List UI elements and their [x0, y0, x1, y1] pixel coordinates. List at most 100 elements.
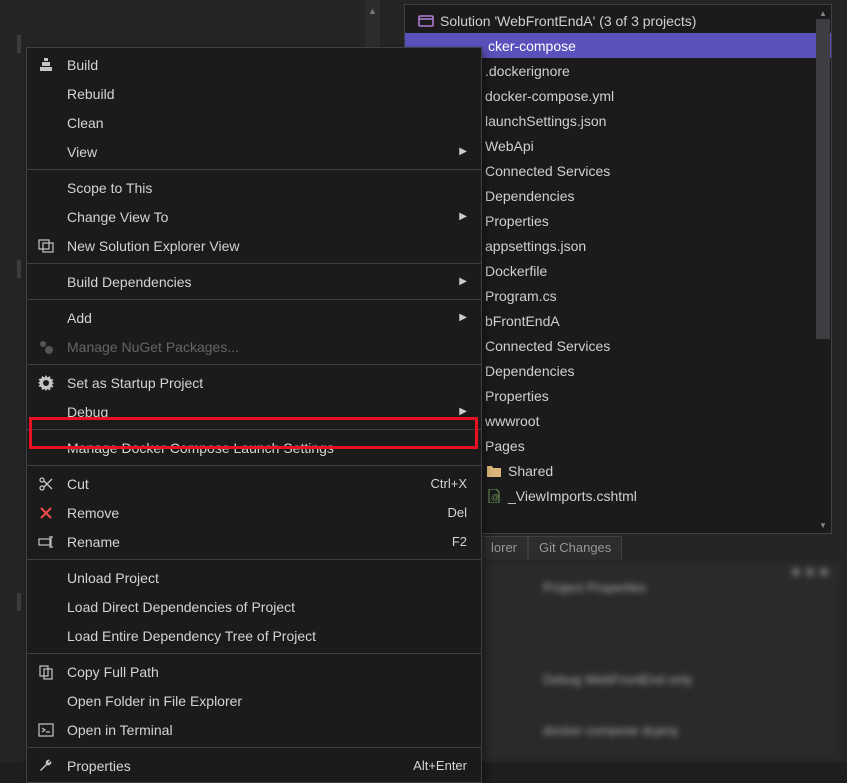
- solution-root[interactable]: Solution 'WebFrontEndA' (3 of 3 projects…: [405, 8, 831, 33]
- menu-label: Debug: [67, 404, 108, 420]
- terminal-icon: [37, 721, 55, 739]
- menu-load-entire[interactable]: Load Entire Dependency Tree of Project: [27, 621, 481, 650]
- solution-icon: [417, 12, 435, 30]
- menu-change-view-to[interactable]: Change View To▶: [27, 202, 481, 231]
- menu-scope-to-this[interactable]: Scope to This: [27, 173, 481, 202]
- tree-label: WebApi: [485, 138, 534, 154]
- menu-separator: [27, 169, 481, 170]
- line-marker: [17, 593, 21, 611]
- menu-build-dependencies[interactable]: Build Dependencies ▶: [27, 267, 481, 296]
- scissors-icon: [37, 475, 55, 493]
- tree-label: Connected Services: [485, 163, 610, 179]
- scroll-up-icon[interactable]: ▲: [816, 7, 830, 19]
- menu-separator: [27, 429, 481, 430]
- menu-add[interactable]: Add▶: [27, 303, 481, 332]
- menu-label: Rebuild: [67, 86, 114, 102]
- menu-rename[interactable]: Rename F2: [27, 527, 481, 556]
- menu-remove[interactable]: Remove Del: [27, 498, 481, 527]
- menu-separator: [27, 465, 481, 466]
- tree-label: launchSettings.json: [485, 113, 606, 129]
- svg-text:@: @: [491, 493, 499, 502]
- menu-cut[interactable]: Cut Ctrl+X: [27, 469, 481, 498]
- window-icon: [37, 237, 55, 255]
- menu-label: Properties: [67, 758, 131, 774]
- menu-label: Open Folder in File Explorer: [67, 693, 242, 709]
- line-marker: [17, 35, 21, 53]
- menu-separator: [27, 299, 481, 300]
- menu-label: Rename: [67, 534, 120, 550]
- menu-label: Load Entire Dependency Tree of Project: [67, 628, 316, 644]
- menu-rebuild[interactable]: Rebuild: [27, 79, 481, 108]
- tab-explorer[interactable]: lorer: [480, 536, 528, 560]
- chevron-right-icon: ▶: [459, 312, 467, 323]
- context-menu: Build Rebuild Clean View▶ Scope to This …: [26, 47, 482, 783]
- chevron-right-icon: ▶: [459, 146, 467, 157]
- menu-label: Unload Project: [67, 570, 159, 586]
- scrollbar-thumb[interactable]: [816, 19, 830, 339]
- menu-label: New Solution Explorer View: [67, 238, 240, 254]
- tree-label: Program.cs: [485, 288, 557, 304]
- copy-icon: [37, 663, 55, 681]
- tree-label: Dependencies: [485, 188, 575, 204]
- menu-new-solution-explorer[interactable]: New Solution Explorer View: [27, 231, 481, 260]
- chevron-right-icon: ▶: [459, 276, 467, 287]
- menu-label: Cut: [67, 476, 89, 492]
- menu-label: Remove: [67, 505, 119, 521]
- menu-build[interactable]: Build: [27, 50, 481, 79]
- menu-label: Open in Terminal: [67, 722, 173, 738]
- menu-label: Manage Docker Compose Launch Settings: [67, 440, 334, 456]
- menu-label: Build: [67, 57, 98, 73]
- scroll-down-icon[interactable]: ▼: [816, 519, 830, 531]
- folder-icon: [485, 462, 503, 480]
- tree-label: cker-compose: [488, 38, 576, 54]
- menu-separator: [27, 653, 481, 654]
- menu-load-direct[interactable]: Load Direct Dependencies of Project: [27, 592, 481, 621]
- menu-label: Build Dependencies: [67, 274, 192, 290]
- menu-manage-nuget: Manage NuGet Packages...: [27, 332, 481, 361]
- menu-open-explorer[interactable]: Open Folder in File Explorer: [27, 686, 481, 715]
- menu-label: Set as Startup Project: [67, 375, 203, 391]
- wrench-icon: [37, 757, 55, 775]
- line-marker: [17, 260, 21, 278]
- tab-git-changes[interactable]: Git Changes: [528, 536, 622, 560]
- menu-label: Scope to This: [67, 180, 152, 196]
- solution-title: Solution 'WebFrontEndA' (3 of 3 projects…: [440, 13, 696, 29]
- menu-label: Change View To: [67, 209, 168, 225]
- menu-open-terminal[interactable]: Open in Terminal: [27, 715, 481, 744]
- nuget-icon: [37, 338, 55, 356]
- tree-label: Pages: [485, 438, 525, 454]
- tree-label: Properties: [485, 388, 549, 404]
- menu-label: Load Direct Dependencies of Project: [67, 599, 295, 615]
- tree-label: docker-compose.yml: [485, 88, 614, 104]
- tree-label: Connected Services: [485, 338, 610, 354]
- tree-label: bFrontEndA: [485, 313, 560, 329]
- menu-view[interactable]: View ▶: [27, 137, 481, 166]
- rename-icon: [37, 533, 55, 551]
- scroll-up-icon[interactable]: ▲: [365, 3, 380, 18]
- tree-label: .dockerignore: [485, 63, 570, 79]
- tree-label: _ViewImports.cshtml: [508, 488, 637, 504]
- tree-label: Properties: [485, 213, 549, 229]
- menu-copy-full-path[interactable]: Copy Full Path: [27, 657, 481, 686]
- menu-shortcut: F2: [452, 534, 467, 549]
- gear-icon: [37, 374, 55, 392]
- tree-label: wwwroot: [485, 413, 539, 429]
- menu-shortcut: Del: [447, 505, 467, 520]
- panel-controls: [792, 568, 828, 576]
- menu-clean[interactable]: Clean: [27, 108, 481, 137]
- menu-label: View: [67, 144, 97, 160]
- menu-label: Copy Full Path: [67, 664, 159, 680]
- x-icon: [37, 504, 55, 522]
- menu-unload-project[interactable]: Unload Project: [27, 563, 481, 592]
- menu-separator: [27, 747, 481, 748]
- menu-properties[interactable]: Properties Alt+Enter: [27, 751, 481, 780]
- tree-label: Dependencies: [485, 363, 575, 379]
- menu-manage-docker[interactable]: Manage Docker Compose Launch Settings: [27, 433, 481, 462]
- tab-row: lorer Git Changes: [480, 536, 622, 560]
- menu-separator: [27, 559, 481, 560]
- menu-separator: [27, 364, 481, 365]
- menu-set-startup[interactable]: Set as Startup Project: [27, 368, 481, 397]
- menu-debug[interactable]: Debug▶: [27, 397, 481, 426]
- build-icon: [37, 56, 55, 74]
- menu-shortcut: Ctrl+X: [431, 476, 467, 491]
